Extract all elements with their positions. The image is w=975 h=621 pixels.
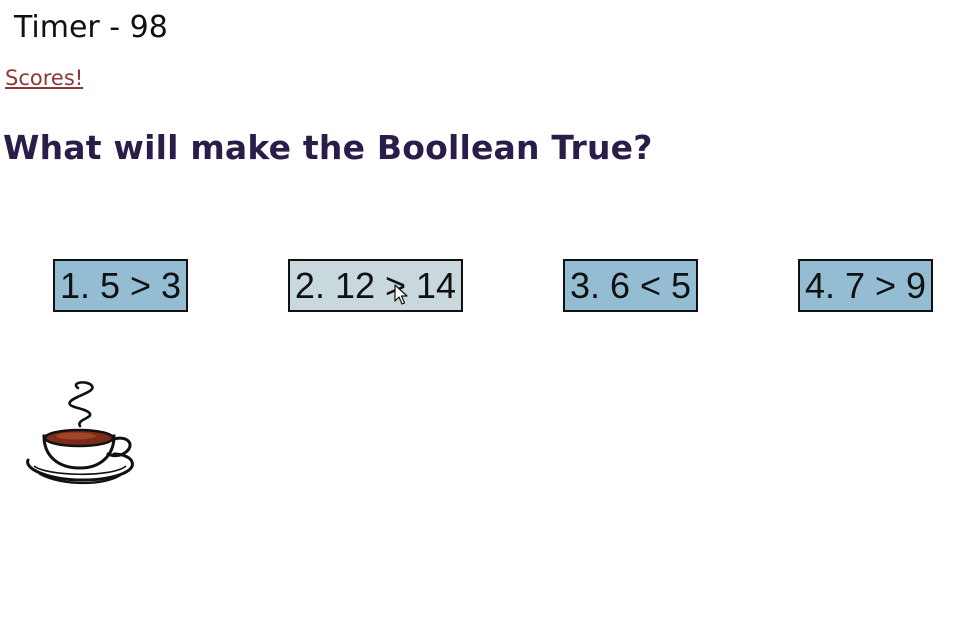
answer-option-4[interactable]: 4. 7 > 9 [798, 259, 933, 312]
answer-option-3[interactable]: 3. 6 < 5 [563, 259, 698, 312]
coffee-cup-icon [26, 381, 134, 485]
answer-option-2[interactable]: 2. 12 > 14 [288, 259, 463, 312]
scores-link[interactable]: Scores! [5, 66, 83, 90]
timer-label: Timer - 98 [14, 10, 168, 45]
answer-option-1[interactable]: 1. 5 > 3 [53, 259, 188, 312]
question-text: What will make the Boollean True? [3, 128, 653, 167]
